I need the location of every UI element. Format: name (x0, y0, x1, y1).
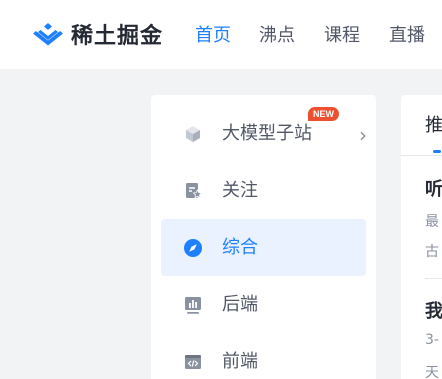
nav-courses[interactable]: 课程 (324, 21, 360, 47)
tab-recommended[interactable]: 推 (425, 111, 442, 137)
follow-star-icon (186, 183, 203, 199)
sidebar-item-backend[interactable]: 后端 (161, 276, 366, 333)
sidebar-item-frontend[interactable]: 前端 (161, 333, 366, 379)
active-tab-indicator (433, 150, 441, 153)
article-divider (425, 278, 442, 279)
tab-divider (401, 155, 442, 156)
sidebar-item-follow[interactable]: 关注 (161, 162, 366, 219)
article-meta: 古 (425, 244, 439, 260)
article-feed: 推 听 最 古 我 3- 天 (401, 95, 442, 379)
compass-icon (184, 239, 202, 257)
sidebar-item-llm[interactable]: 大模型子站 NEW › (161, 105, 367, 162)
juejin-logo-icon (33, 23, 63, 46)
category-sidebar: 大模型子站 NEW › 关注 综合 后端 前端 (151, 95, 376, 379)
sidebar-item-label: 关注 (222, 180, 258, 201)
article-title[interactable]: 我 (425, 297, 442, 323)
sidebar-item-label: 后端 (222, 294, 258, 315)
nav-live[interactable]: 直播 (389, 21, 425, 47)
article-meta: 天 (425, 365, 439, 379)
sidebar-item-label: 前端 (222, 351, 258, 372)
sidebar-item-label: 综合 (222, 237, 258, 258)
nav-home[interactable]: 首页 (195, 21, 231, 47)
article-summary: 最 (425, 214, 439, 230)
article-title[interactable]: 听 (425, 175, 442, 201)
chevron-right-icon: › (359, 123, 367, 147)
juejin-logo[interactable]: 稀土掘金 (31, 18, 163, 50)
new-badge: NEW (308, 107, 339, 121)
brand-name: 稀土掘金 (71, 24, 164, 49)
sidebar-item-label: 大模型子站 (222, 123, 312, 144)
backend-chart-icon (185, 297, 201, 314)
top-header: 稀土掘金 首页 沸点 课程 直播 (0, 0, 442, 69)
cube-icon (186, 126, 200, 142)
nav-pins[interactable]: 沸点 (259, 21, 295, 47)
article-summary: 3- (425, 332, 439, 348)
frontend-code-icon (185, 355, 201, 369)
sidebar-item-general[interactable]: 综合 (161, 219, 366, 276)
